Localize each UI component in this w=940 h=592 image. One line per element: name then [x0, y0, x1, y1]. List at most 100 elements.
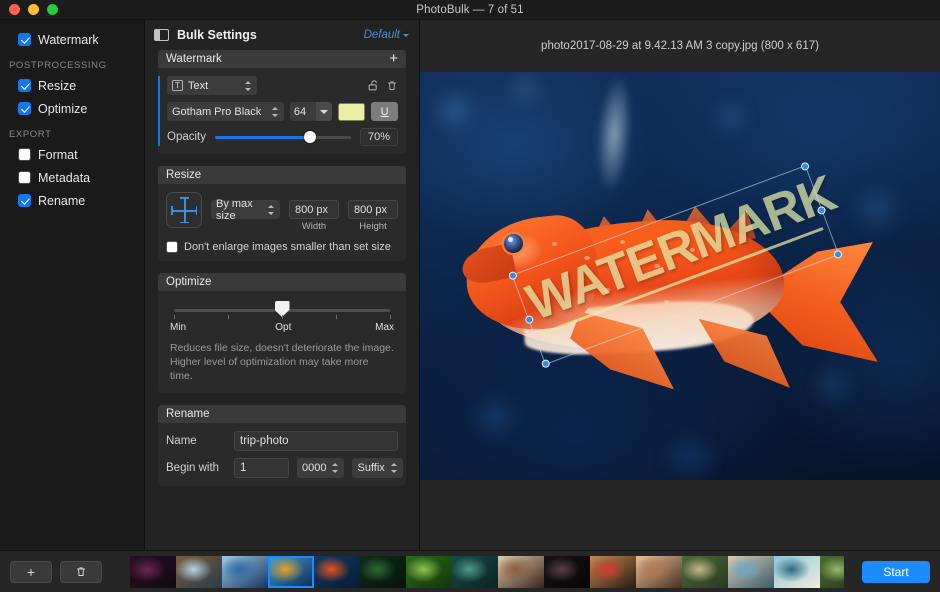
- sidebar-item-resize[interactable]: Resize: [0, 74, 144, 97]
- sidebar-item-optimize[interactable]: Optimize: [0, 97, 144, 120]
- sidebar-group-postprocessing: POSTPROCESSING: [0, 51, 144, 74]
- preview-photo[interactable]: WATERMARK: [420, 72, 940, 480]
- resize-controls-row: By max size 800 px Width 800 px Height: [166, 192, 398, 232]
- settings-header: Bulk Settings Default: [145, 20, 419, 50]
- font-family-value: Gotham Pro Black: [172, 106, 261, 118]
- checkbox-metadata[interactable]: [18, 171, 31, 184]
- thumb-boat[interactable]: [176, 556, 222, 588]
- resize-height-input[interactable]: 800 px: [348, 200, 398, 219]
- checkbox-optimize[interactable]: [18, 102, 31, 115]
- checkbox-watermark[interactable]: [18, 33, 31, 46]
- sidebar-item-rename[interactable]: Rename: [0, 189, 144, 212]
- rename-card: Rename Name trip-photo Begin with 1 0000: [158, 405, 406, 486]
- sidebar-item-format[interactable]: Format: [0, 143, 144, 166]
- optimize-slider[interactable]: [174, 309, 390, 312]
- optimize-slider-wrap: Min Opt Max Reduces file size, doesn't d…: [166, 299, 398, 385]
- resize-crosshair-icon: [166, 192, 202, 228]
- unlock-icon[interactable]: [367, 79, 380, 92]
- resize-card-body: By max size 800 px Width 800 px Height: [158, 184, 406, 261]
- thumb-portrait[interactable]: [820, 556, 844, 588]
- watermark-card-header: Watermark +: [158, 50, 406, 68]
- resize-mode-select[interactable]: By max size: [211, 200, 280, 219]
- sidebar-item-watermark[interactable]: Watermark: [0, 28, 144, 51]
- checkbox-resize[interactable]: [18, 79, 31, 92]
- sidebar-group-export: EXPORT: [0, 120, 144, 143]
- trash-icon[interactable]: [386, 79, 398, 92]
- panel-toggle-icon[interactable]: [154, 29, 169, 41]
- optimize-max-label: Max: [375, 322, 394, 333]
- window-title: PhotoBulk — 7 of 51: [0, 4, 940, 16]
- stepper-arrows-icon: [244, 80, 252, 92]
- sidebar-item-label: Optimize: [38, 102, 87, 116]
- font-size-input[interactable]: 64: [290, 102, 316, 121]
- resize-card-title: Resize: [166, 169, 201, 181]
- opacity-slider[interactable]: [215, 136, 351, 139]
- font-family-select[interactable]: Gotham Pro Black: [167, 102, 284, 121]
- rename-name-input[interactable]: trip-photo: [234, 431, 398, 451]
- font-size-dropdown[interactable]: [316, 102, 332, 121]
- rename-begin-input[interactable]: 1: [234, 458, 289, 478]
- preview-area: photo2017-08-29 at 9.42.13 AM 3 copy.jpg…: [420, 20, 940, 550]
- sidebar-item-metadata[interactable]: Metadata: [0, 166, 144, 189]
- resize-width-group: 800 px Width: [289, 200, 339, 232]
- thumb-path[interactable]: [682, 556, 728, 588]
- rename-digits-value: 0000: [302, 462, 326, 474]
- watermark-type-select[interactable]: T Text: [167, 76, 257, 95]
- thumb-hands[interactable]: [636, 556, 682, 588]
- start-button[interactable]: Start: [862, 561, 930, 583]
- thumb-pine[interactable]: [452, 556, 498, 588]
- resize-width-input[interactable]: 800 px: [289, 200, 339, 219]
- opacity-value[interactable]: 70%: [360, 128, 398, 146]
- chevron-down-icon: [403, 34, 409, 37]
- thumb-seascape[interactable]: [222, 556, 268, 588]
- thumb-coral[interactable]: [130, 556, 176, 588]
- sidebar-item-label: Metadata: [38, 171, 90, 185]
- thumb-coast[interactable]: [774, 556, 820, 588]
- text-type-icon: T: [172, 80, 183, 91]
- preview-canvas[interactable]: WATERMARK: [420, 72, 940, 550]
- opacity-slider-fill: [215, 136, 310, 139]
- watermark-card: Watermark + T Text: [158, 50, 406, 154]
- sidebar-item-label: Resize: [38, 79, 76, 93]
- rename-card-body: Name trip-photo Begin with 1 0000 Suff: [158, 423, 406, 486]
- thumb-blossom[interactable]: [498, 556, 544, 588]
- thumb-beach[interactable]: [728, 556, 774, 588]
- thumb-night[interactable]: [544, 556, 590, 588]
- watermark-opacity-row: Opacity 70%: [167, 128, 398, 146]
- resize-width-caption: Width: [302, 221, 326, 232]
- stepper-arrows-icon: [390, 462, 398, 474]
- watermark-card-title: Watermark: [166, 53, 222, 65]
- optimize-tickmarks: [174, 315, 390, 322]
- optimize-card-title: Optimize: [166, 276, 211, 288]
- dont-enlarge-row[interactable]: Don't enlarge images smaller than set si…: [166, 241, 398, 253]
- bulk-settings-panel: Bulk Settings Default Watermark +: [145, 20, 420, 550]
- filmstrip[interactable]: [130, 556, 844, 588]
- watermark-item: T Text: [158, 76, 406, 146]
- chevron-down-icon: [320, 110, 328, 114]
- add-watermark-button[interactable]: +: [389, 51, 398, 66]
- checkbox-dont-enlarge[interactable]: [166, 241, 178, 253]
- rename-digits-select[interactable]: 0000: [297, 458, 344, 478]
- watermark-type-row: T Text: [167, 76, 398, 95]
- sidebar-item-label: Rename: [38, 194, 85, 208]
- thumb-redfish[interactable]: [314, 556, 360, 588]
- page-title: Bulk Settings: [177, 28, 257, 42]
- checkbox-rename[interactable]: [18, 194, 31, 207]
- thumb-fish-blue[interactable]: [268, 556, 314, 588]
- settings-scroll-area[interactable]: Watermark + T Text: [145, 50, 419, 550]
- thumb-drinks[interactable]: [590, 556, 636, 588]
- preset-label: Default: [364, 29, 400, 41]
- rename-position-select[interactable]: Suffix: [352, 458, 402, 478]
- resize-height-group: 800 px Height: [348, 200, 398, 232]
- main-body: Watermark POSTPROCESSING Resize Optimize…: [0, 20, 940, 550]
- thumb-leaf[interactable]: [406, 556, 452, 588]
- opacity-slider-knob[interactable]: [304, 131, 316, 143]
- thumb-forest[interactable]: [360, 556, 406, 588]
- watermark-color-swatch[interactable]: [338, 103, 366, 121]
- preset-dropdown[interactable]: Default: [364, 29, 409, 41]
- photobulk-window: PhotoBulk — 7 of 51 Watermark POSTPROCES…: [0, 0, 940, 592]
- checkbox-format[interactable]: [18, 148, 31, 161]
- add-files-button[interactable]: +: [10, 561, 52, 583]
- underline-toggle-button[interactable]: U: [371, 102, 398, 121]
- remove-files-button[interactable]: [60, 561, 102, 583]
